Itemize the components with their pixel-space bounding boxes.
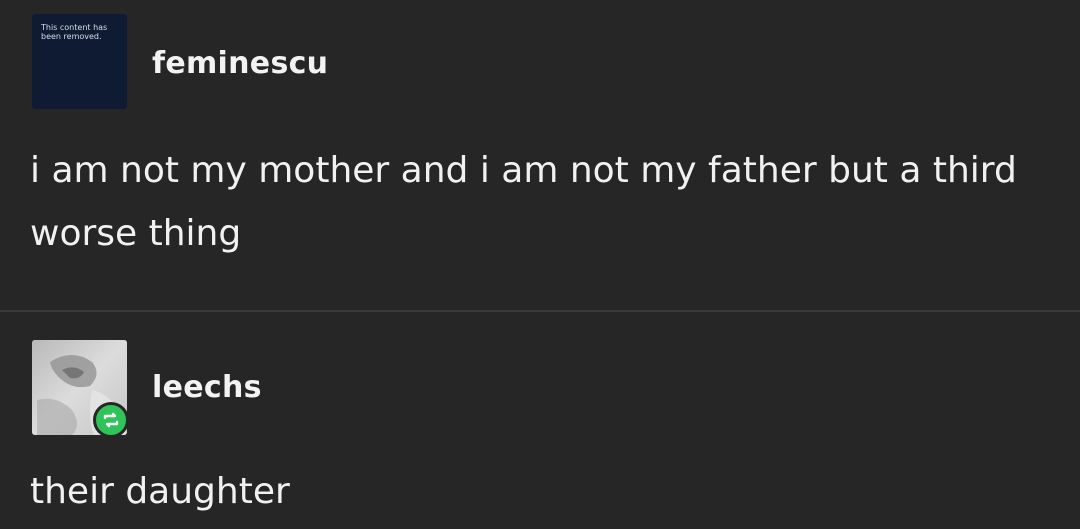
- username[interactable]: feminescu: [152, 46, 328, 81]
- post-text: i am not my mother and i am not my fathe…: [30, 150, 1017, 254]
- avatar-removed-content[interactable]: This content has been removed.: [32, 14, 127, 109]
- post: This content has been removed. feminescu…: [0, 0, 1080, 310]
- username[interactable]: leechs: [152, 370, 262, 405]
- removed-content-notice: This content has been removed.: [41, 23, 108, 41]
- reblog-badge: [93, 402, 129, 438]
- reblog-icon: [103, 412, 119, 428]
- reblog-post: leechs their daughter: [0, 312, 1080, 529]
- post-text: their daughter: [30, 471, 290, 512]
